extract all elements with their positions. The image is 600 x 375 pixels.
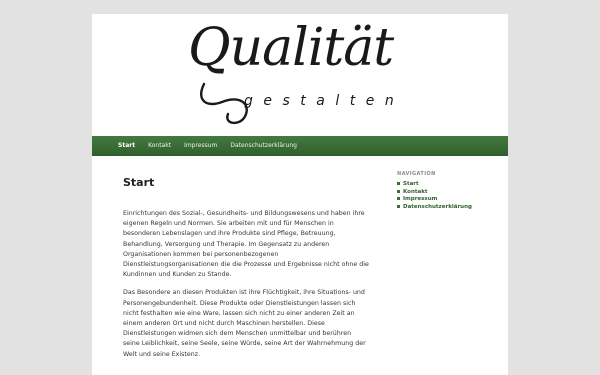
nav-item-start[interactable]: Start [118,136,135,156]
sidebar: Navigation Start Kontakt Impressum Daten… [397,171,497,211]
content-paragraph: Das Besondere an diesen Produkten ist ih… [123,289,366,358]
sidebar-item-datenschutz[interactable]: Datenschutzerklärung [397,204,497,212]
sidebar-item-label[interactable]: Impressum [403,196,437,202]
nav-item-kontakt[interactable]: Kontakt [148,136,171,156]
nav-menu: Start Kontakt Impressum Datenschutzerklä… [92,136,508,156]
bullet-icon [397,189,400,193]
main-content: Start Einrichtungen des Sozial-, Gesundh… [123,176,369,368]
entry-content: Einrichtungen des Sozial-, Gesundheits- … [123,209,369,360]
sidebar-item-impressum[interactable]: Impressum [397,196,497,204]
sidebar-item-label[interactable]: Start [403,181,419,187]
logo-word: Qualität [188,18,394,78]
widget-menu: Start Kontakt Impressum Datenschutzerklä… [397,181,497,211]
logo-subtitle: gestalten [244,93,405,109]
nav-item-impressum[interactable]: Impressum [184,136,217,156]
site-header: Qualität gestalten [92,14,508,136]
bullet-icon [397,197,400,200]
page: Qualität gestalten Start Kontakt Impress… [92,14,508,375]
main-navigation: Start Kontakt Impressum Datenschutzerklä… [92,136,508,156]
sidebar-item-start[interactable]: Start [397,181,497,189]
sidebar-item-label[interactable]: Kontakt [403,189,428,195]
content-paragraph: Einrichtungen des Sozial-, Gesundheits- … [123,210,369,279]
bullet-icon [397,204,400,208]
nav-item-datenschutz[interactable]: Datenschutzerklärung [230,136,297,156]
site-logo[interactable]: Qualität gestalten [92,14,508,136]
sidebar-item-kontakt[interactable]: Kontakt [397,189,497,197]
sidebar-item-label[interactable]: Datenschutzerklärung [403,204,472,210]
bullet-icon [397,182,400,185]
page-title: Start [123,176,155,189]
widget-title: Navigation [397,171,436,177]
